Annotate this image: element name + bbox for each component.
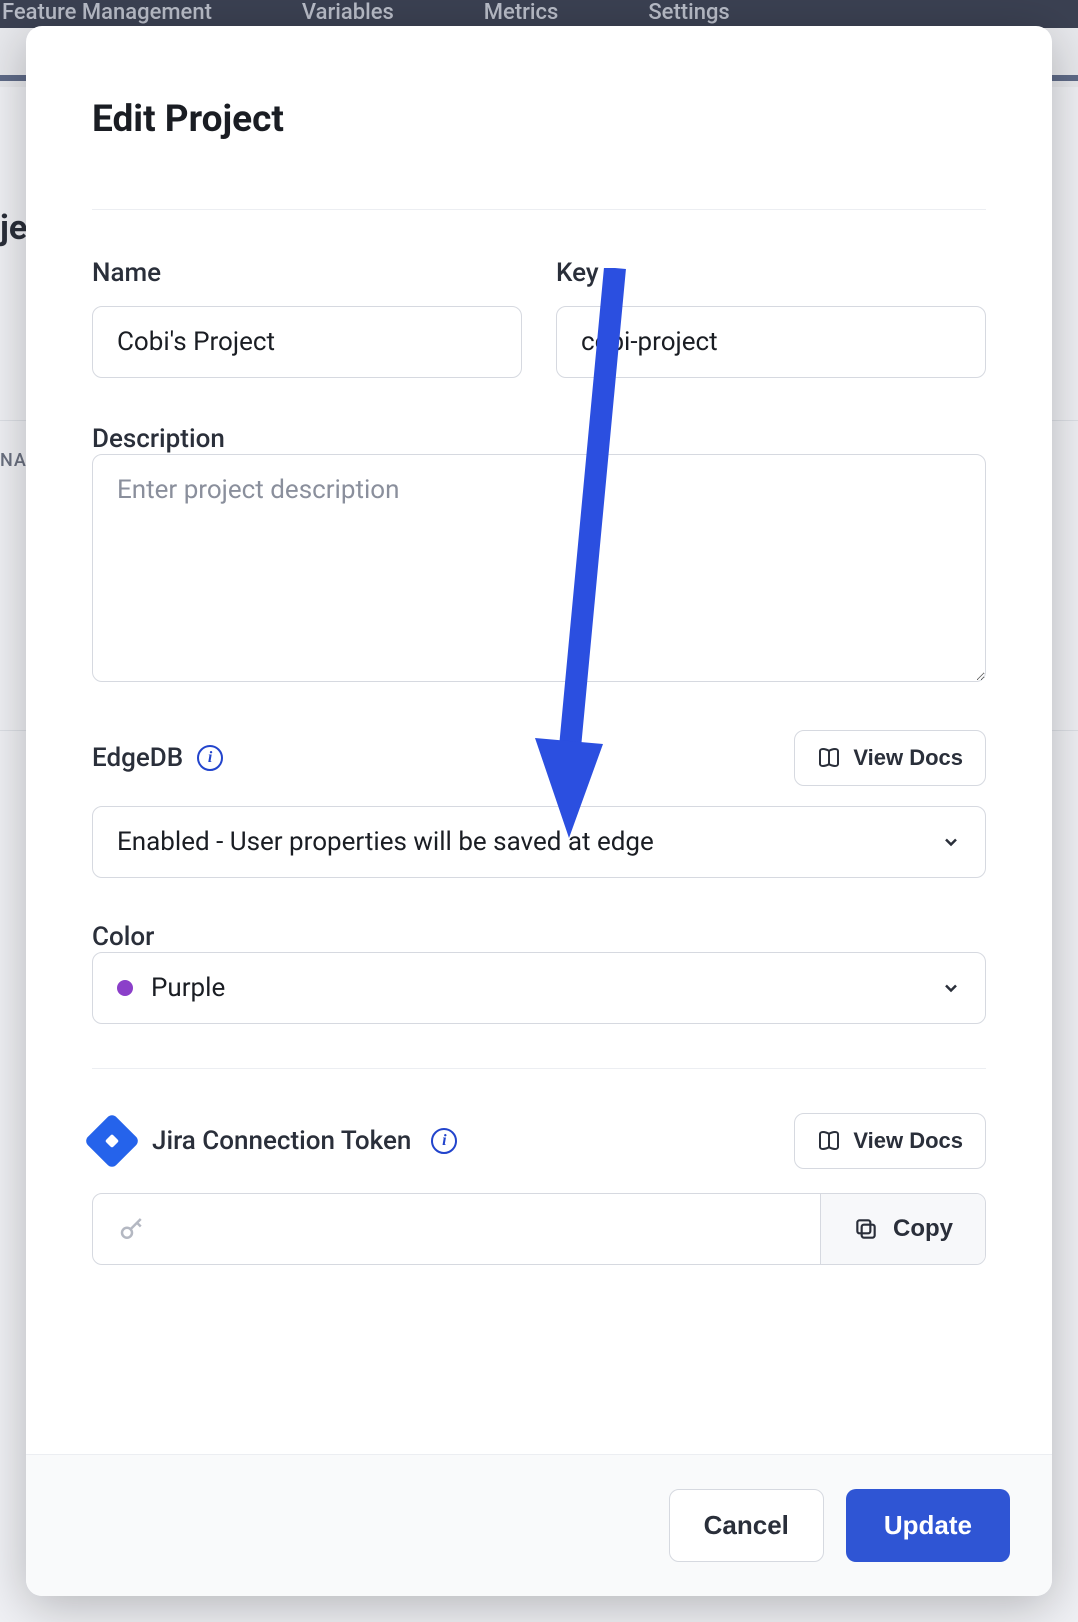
jira-token-row: Copy [92, 1193, 986, 1265]
view-docs-button[interactable]: View Docs [794, 1113, 986, 1169]
color-select[interactable]: Purple [92, 952, 986, 1024]
jira-section-header: Jira Connection Token i View Docs [92, 1113, 986, 1169]
color-swatch [117, 980, 133, 996]
description-field: Description [92, 424, 986, 686]
color-field: Color Purple [92, 922, 986, 1024]
nav-item[interactable]: Metrics [484, 0, 559, 25]
edgedb-select[interactable]: Enabled - User properties will be saved … [92, 806, 986, 878]
copy-icon [853, 1216, 879, 1242]
jira-icon [84, 1113, 141, 1170]
copy-label: Copy [893, 1215, 953, 1243]
key-input[interactable] [556, 306, 986, 378]
chevron-down-icon [941, 978, 961, 998]
copy-button[interactable]: Copy [820, 1194, 985, 1264]
info-icon[interactable]: i [431, 1128, 457, 1154]
color-label: Color [92, 922, 154, 952]
edgedb-selected-value: Enabled - User properties will be saved … [117, 827, 654, 857]
name-field: Name [92, 258, 522, 378]
cancel-button[interactable]: Cancel [669, 1489, 824, 1562]
top-nav: Feature Management Variables Metrics Set… [0, 0, 1078, 28]
edit-project-modal: Edit Project Name Key Description EdgeDB… [26, 26, 1052, 1596]
modal-footer: Cancel Update [26, 1454, 1052, 1596]
bg-partial-text: NA [0, 450, 27, 471]
edgedb-field: EdgeDB i View Docs Enabled - User proper… [92, 730, 986, 878]
modal-title: Edit Project [92, 98, 986, 141]
view-docs-button[interactable]: View Docs [794, 730, 986, 786]
nav-item[interactable]: Feature Management [2, 0, 212, 25]
book-icon [817, 1129, 841, 1153]
divider [92, 209, 986, 210]
nav-item[interactable]: Settings [648, 0, 729, 25]
chevron-down-icon [941, 832, 961, 852]
jira-label: Jira Connection Token [152, 1126, 411, 1156]
update-button[interactable]: Update [846, 1489, 1010, 1562]
edgedb-label: EdgeDB [92, 743, 183, 773]
key-field: Key [556, 258, 986, 378]
name-input[interactable] [92, 306, 522, 378]
view-docs-label: View Docs [853, 1128, 963, 1154]
color-selected-value: Purple [151, 973, 225, 1003]
book-icon [817, 746, 841, 770]
name-label: Name [92, 258, 522, 288]
divider [92, 1068, 986, 1069]
description-input[interactable] [92, 454, 986, 682]
description-label: Description [92, 424, 225, 454]
nav-item[interactable]: Variables [302, 0, 394, 25]
key-icon [117, 1214, 147, 1244]
bg-partial-text: je [0, 208, 27, 248]
view-docs-label: View Docs [853, 745, 963, 771]
key-label: Key [556, 258, 986, 288]
jira-token-input[interactable] [93, 1194, 820, 1264]
info-icon[interactable]: i [197, 745, 223, 771]
